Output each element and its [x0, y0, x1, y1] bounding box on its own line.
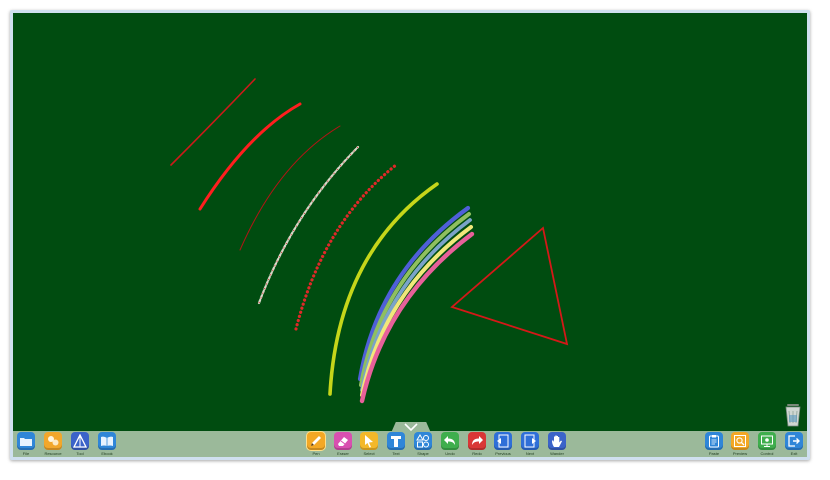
tool-label: Undo: [445, 451, 455, 456]
next-page-icon: [521, 432, 539, 450]
tool-text[interactable]: Text: [384, 431, 408, 457]
tool-label: Ebook: [101, 451, 113, 456]
stroke-crayon-dashed[interactable]: [257, 145, 360, 305]
tool-label: Pen: [312, 451, 320, 456]
tool-label: Select: [363, 451, 375, 456]
stroke-crayon-accent: [258, 146, 359, 304]
pencil-icon: [307, 432, 325, 450]
cursor-icon: [360, 432, 378, 450]
tool-label: Control: [760, 451, 774, 456]
undo-arrow-icon: [441, 432, 459, 450]
tool-label: File: [22, 451, 30, 456]
drawing-layer[interactable]: [13, 13, 807, 431]
tool-label: Next: [525, 451, 535, 456]
clipboard-icon: [705, 432, 723, 450]
folder-icon: [17, 432, 35, 450]
tool-shape[interactable]: Shape: [411, 431, 435, 457]
tool-select[interactable]: Select: [357, 431, 381, 457]
tool-label: Preview: [732, 451, 748, 456]
tool-label: Eraser: [337, 451, 349, 456]
text-t-icon: [387, 432, 405, 450]
shapes-icon: [414, 432, 432, 450]
tool-resource[interactable]: Resource: [41, 431, 65, 457]
tool-label: Previous: [495, 451, 511, 456]
exit-arrow-icon: [785, 432, 803, 450]
tool-eraser[interactable]: Eraser: [331, 431, 355, 457]
bottom-toolbar: [13, 431, 807, 457]
tool-paste[interactable]: Paste: [702, 431, 726, 457]
tool-wander[interactable]: Wander: [545, 431, 569, 457]
tool-undo[interactable]: Undo: [438, 431, 462, 457]
tool-exit[interactable]: Exit: [782, 431, 806, 457]
redo-arrow-icon: [468, 432, 486, 450]
tool-label: Wander: [550, 451, 564, 456]
tool-label: Tool: [76, 451, 84, 456]
resource-icon: [44, 432, 62, 450]
tool-previous[interactable]: Previous: [491, 431, 515, 457]
whiteboard-canvas[interactable]: [13, 13, 807, 431]
open-book-icon: [98, 432, 116, 450]
tool-label: Resource: [44, 451, 62, 456]
tool-preview[interactable]: Preview: [728, 431, 752, 457]
hand-icon: [548, 432, 566, 450]
tool-pen[interactable]: Pen: [304, 431, 328, 457]
control-icon: [758, 432, 776, 450]
tool-tool[interactable]: Tool: [68, 431, 92, 457]
tool-redo[interactable]: Redo: [465, 431, 489, 457]
tool-control[interactable]: Control: [755, 431, 779, 457]
magnifier-page-icon: [731, 432, 749, 450]
tool-label: Text: [392, 451, 400, 456]
tool-label: Exit: [790, 451, 798, 456]
previous-page-icon: [494, 432, 512, 450]
eraser-icon: [334, 432, 352, 450]
trash-bin-icon[interactable]: [784, 403, 802, 427]
tool-ebook[interactable]: Ebook: [95, 431, 119, 457]
ruler-triangle-icon: [71, 432, 89, 450]
tool-label: Redo: [472, 451, 482, 456]
tool-label: Shape: [417, 451, 429, 456]
stroke-dark-red[interactable]: [239, 125, 341, 251]
shape-triangle[interactable]: [450, 226, 569, 346]
tool-label: Paste: [708, 451, 720, 456]
tool-next[interactable]: Next: [518, 431, 542, 457]
tool-file[interactable]: File: [14, 431, 38, 457]
